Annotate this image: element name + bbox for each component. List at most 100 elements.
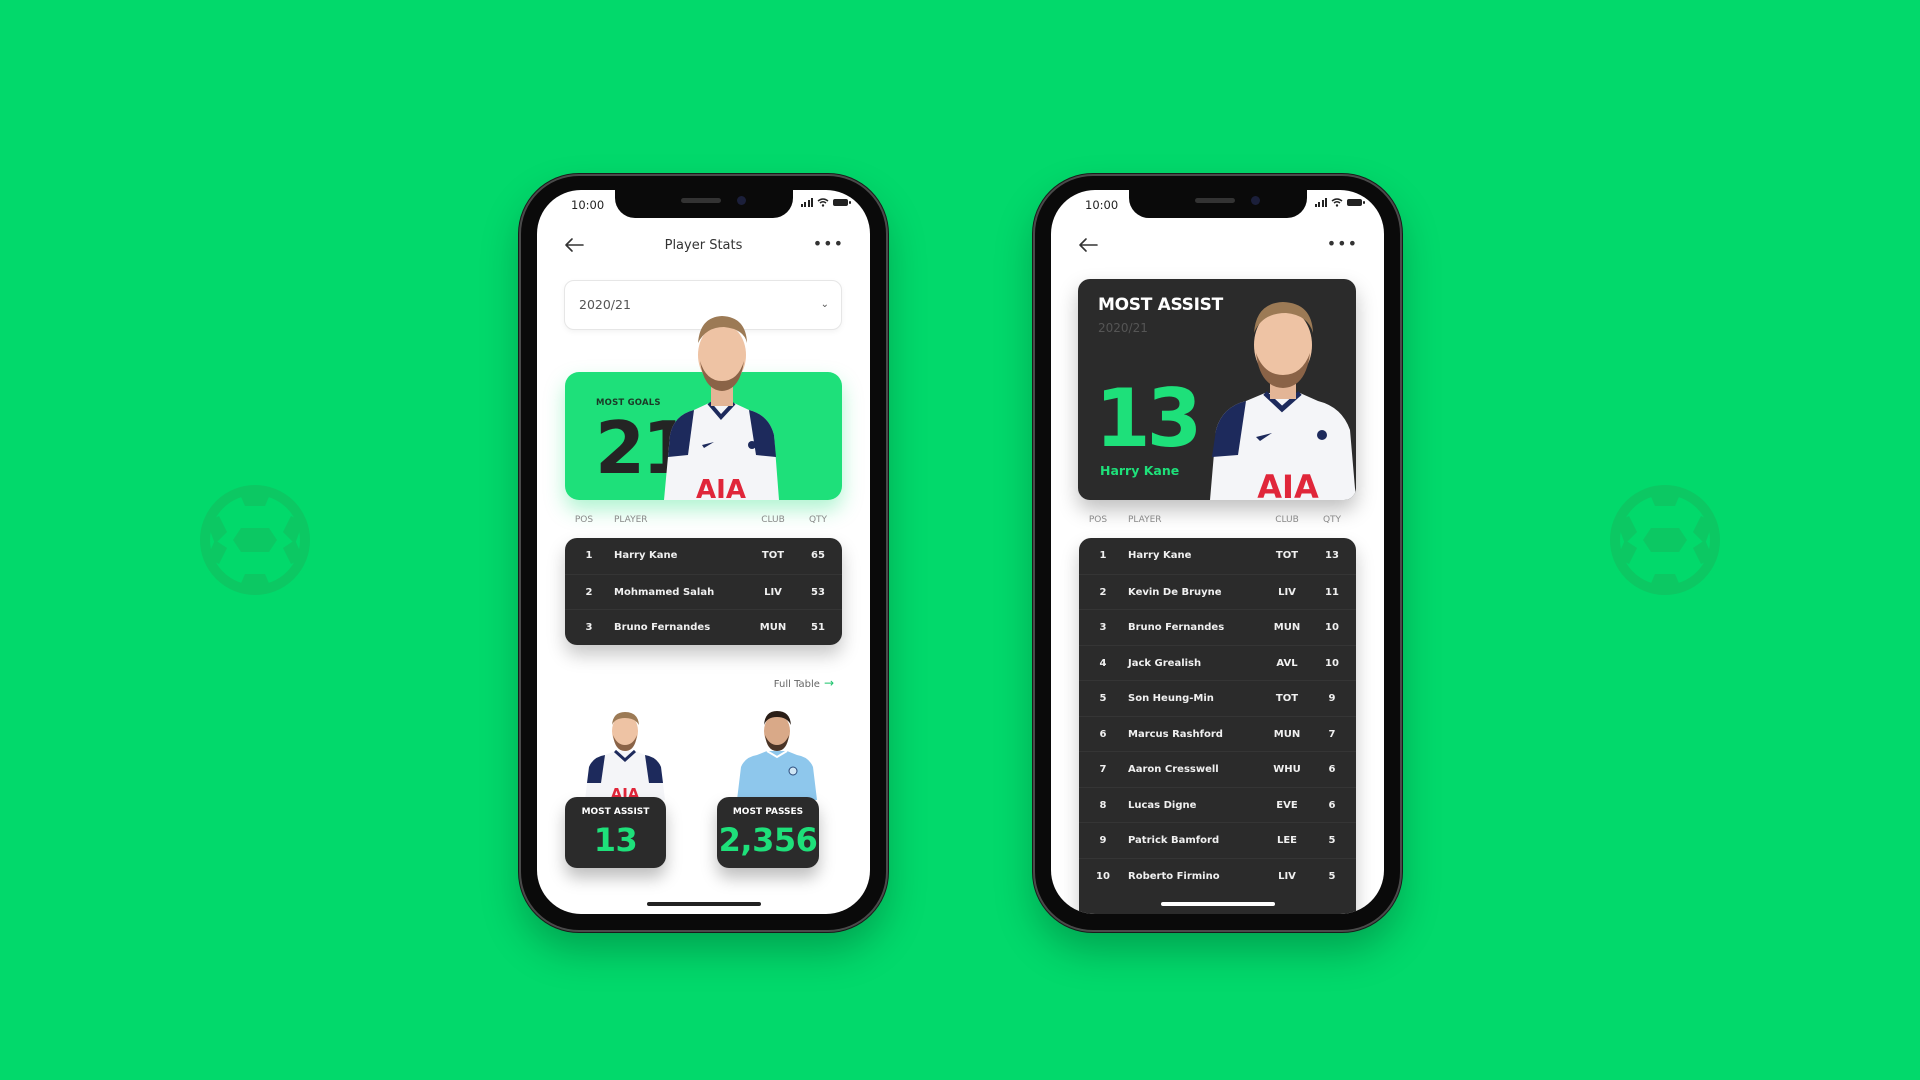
battery-icon: [1347, 199, 1365, 206]
row-player: Marcus Rashford: [1128, 728, 1223, 740]
table-header: POS PLAYER CLUB QTY: [565, 515, 842, 529]
svg-text:AIA: AIA: [696, 475, 746, 500]
row-club: MUN: [1273, 622, 1301, 633]
top-nav: Player Stats •••: [537, 232, 870, 262]
screen: 10:00 ••• MOST ASSIST 2020/21 13 Harry K…: [1051, 190, 1384, 914]
row-pos: 2: [1099, 586, 1107, 598]
svg-text:AIA: AIA: [1257, 468, 1319, 500]
hero-label: MOST ASSIST: [1098, 295, 1223, 315]
player-photo-dias: [737, 705, 817, 800]
header-qty: QTY: [808, 515, 828, 525]
row-qty: 53: [811, 586, 825, 598]
wifi-icon: [1331, 198, 1343, 207]
row-club: TOT: [1275, 550, 1299, 561]
soccer-ball-icon: [1610, 485, 1720, 595]
table-row[interactable]: 1 Harry Kane TOT 65: [565, 538, 842, 574]
battery-icon: [833, 199, 851, 206]
home-indicator[interactable]: [1160, 902, 1275, 906]
most-passes-label: MOST PASSES: [732, 807, 804, 817]
row-player: Jack Grealish: [1128, 657, 1202, 669]
arrow-left-icon[interactable]: [1077, 236, 1099, 254]
row-pos: 5: [1099, 693, 1107, 704]
header-pos: POS: [574, 515, 594, 525]
header-qty: QTY: [1322, 515, 1342, 525]
row-pos: 7: [1099, 764, 1107, 775]
row-pos: 4: [1099, 657, 1107, 669]
table-row[interactable]: 8 Lucas Digne EVE 6: [1079, 786, 1356, 823]
table-row[interactable]: 10 Roberto Firmino LIV 5: [1079, 857, 1356, 894]
table-row[interactable]: 2 Mohmamed Salah LIV 53: [565, 573, 842, 610]
screen: 10:00 Player Stats ••• 2020/21 ⌄ MOST GO…: [537, 190, 870, 914]
row-player: Patrick Bamford: [1128, 835, 1220, 846]
row-qty: 7: [1328, 728, 1336, 740]
player-photo-kane-small: AIA: [585, 705, 665, 800]
signal-icon: [1314, 198, 1327, 207]
most-assist-label: MOST ASSIST: [581, 807, 650, 817]
row-club: LIV: [1278, 586, 1296, 598]
most-passes-card[interactable]: MOST PASSES 2,356: [717, 797, 819, 868]
more-horizontal-icon[interactable]: •••: [1327, 234, 1358, 253]
table-header: POS PLAYER CLUB QTY: [1079, 515, 1356, 529]
chevron-down-icon: ⌄: [820, 299, 829, 310]
row-player: Son Heung-Min: [1128, 693, 1214, 704]
row-club: LEE: [1276, 835, 1298, 846]
header-pos: POS: [1088, 515, 1108, 525]
season-select-value: 2020/21: [579, 297, 631, 312]
full-table-label: Full Table: [773, 679, 820, 690]
goals-table: 1 Harry Kane TOT 65 2 Mohmamed Salah LIV…: [565, 538, 842, 645]
row-qty: 6: [1328, 764, 1336, 775]
row-club: MUN: [759, 622, 787, 633]
status-icons: [1314, 198, 1365, 207]
notch: [614, 190, 793, 218]
phone-player-stats: 10:00 Player Stats ••• 2020/21 ⌄ MOST GO…: [521, 176, 886, 930]
arrow-right-icon: →: [823, 676, 834, 690]
row-qty: 65: [811, 550, 825, 561]
table-row[interactable]: 3 Bruno Fernandes MUN 10: [1079, 609, 1356, 645]
hero-season: 2020/21: [1098, 321, 1148, 335]
table-row[interactable]: 2 Kevin De Bruyne LIV 11: [1079, 573, 1356, 610]
most-assist-card[interactable]: MOST ASSIST 13: [565, 797, 666, 868]
table-row[interactable]: 4 Jack Grealish AVL 10: [1079, 644, 1356, 681]
full-table-link[interactable]: Full Table →: [774, 676, 834, 690]
soccer-ball-icon: [200, 485, 310, 595]
row-player: Harry Kane: [1128, 550, 1192, 561]
status-time: 10:00: [571, 198, 605, 212]
most-assist-value: 13: [593, 821, 638, 859]
header-club: CLUB: [1275, 515, 1299, 525]
row-qty: 51: [811, 622, 825, 633]
row-club: EVE: [1276, 799, 1298, 811]
header-club: CLUB: [761, 515, 785, 525]
assist-table[interactable]: 1 Harry Kane TOT 13 2 Kevin De Bruyne LIV 11 3…: [1079, 538, 1356, 914]
row-club: MUN: [1273, 728, 1301, 740]
hero-value: 13: [1095, 372, 1202, 465]
row-player: Bruno Fernandes: [1128, 622, 1225, 633]
table-row[interactable]: 6 Marcus Rashford MUN 7: [1079, 715, 1356, 752]
table-row[interactable]: 3 Bruno Fernandes MUN 51: [565, 609, 842, 645]
row-player: Aaron Cresswell: [1128, 764, 1219, 775]
row-pos: 6: [1099, 728, 1107, 740]
top-nav: •••: [1051, 232, 1384, 262]
status-icons: [800, 198, 851, 207]
header-player: PLAYER: [614, 515, 648, 525]
hero-player-name: Harry Kane: [1100, 463, 1180, 478]
row-club: LIV: [764, 586, 782, 598]
row-club: TOT: [761, 550, 785, 561]
row-qty: 13: [1325, 550, 1339, 561]
table-row[interactable]: 7 Aaron Cresswell WHU 6: [1079, 751, 1356, 787]
row-qty: 6: [1328, 799, 1336, 811]
player-photo-kane: AIA: [664, 285, 779, 500]
table-row[interactable]: 1 Harry Kane TOT 13: [1079, 538, 1356, 574]
row-qty: 5: [1328, 870, 1336, 882]
row-club: AVL: [1276, 657, 1298, 669]
row-pos: 8: [1099, 799, 1107, 811]
status-time: 10:00: [1085, 198, 1119, 212]
table-row[interactable]: 9 Patrick Bamford LEE 5: [1079, 822, 1356, 858]
row-club: WHU: [1273, 764, 1301, 775]
home-indicator[interactable]: [646, 902, 761, 906]
row-qty: 11: [1325, 586, 1339, 598]
row-pos: 10: [1096, 870, 1110, 882]
most-assist-hero-card: MOST ASSIST 2020/21 13 Harry Kane AIA: [1078, 279, 1356, 500]
table-row[interactable]: 5 Son Heung-Min TOT 9: [1079, 680, 1356, 716]
more-horizontal-icon[interactable]: •••: [813, 234, 844, 253]
most-passes-value: 2,356: [718, 821, 818, 859]
